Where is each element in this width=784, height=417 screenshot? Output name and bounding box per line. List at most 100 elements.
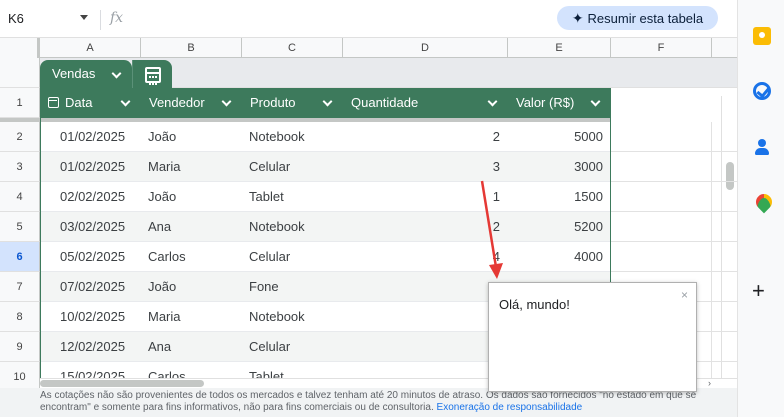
table-cell[interactable]: 4000 [508,242,611,272]
row-header-1[interactable]: 1 [0,88,40,118]
table-cell[interactable]: 2 [343,332,508,362]
table-cell[interactable]: 12/02/2025 [60,332,141,362]
table-row: 03/02/2025 Ana Notebook 2 5200 [40,212,611,242]
gridline [611,181,737,182]
row-header-8[interactable]: 8 [0,302,40,332]
row-header-4[interactable]: 4 [0,182,40,212]
table-cell[interactable]: Celular [249,242,343,272]
table-cell[interactable]: 05/02/2025 [60,242,141,272]
chevron-down-icon[interactable] [111,68,122,79]
chevron-down-icon[interactable] [487,96,498,107]
column-header-d[interactable]: D [343,38,508,58]
chevron-down-icon[interactable] [80,15,88,20]
header-quantidade[interactable]: Quantidade [343,88,508,118]
calculator-icon [145,67,161,85]
table-header-row: Data Vendedor Produto Quantidade Valor (… [40,88,611,118]
table-name-tab[interactable]: Vendas [40,60,132,90]
table-cell[interactable]: João [148,272,242,302]
table-row: 02/02/2025 João Tablet 1 1500 [40,182,611,212]
disclaimer-link[interactable]: Exoneração de responsabilidade [437,402,583,413]
header-produto[interactable]: Produto [242,88,343,118]
header-vendedor[interactable]: Vendedor [141,88,242,118]
row-header-6[interactable]: 6 [0,242,40,272]
table-cell[interactable]: Notebook [249,122,343,152]
row-header-7[interactable]: 7 [0,272,40,302]
table-cell[interactable]: Notebook [249,302,343,332]
table-cell[interactable]: João [148,182,242,212]
table-cell[interactable]: 07/02/2025 [60,272,141,302]
table-cell[interactable]: Ana [148,332,242,362]
column-header-c[interactable]: C [242,38,343,58]
table-cell[interactable]: Fone [249,272,343,302]
formula-bar: K6 fx ✦ Resumir esta tabela [0,0,737,38]
table-cell[interactable]: João [148,122,242,152]
row-header-9[interactable]: 9 [0,332,40,362]
table-cell[interactable]: 5200 [508,212,611,242]
table-cell[interactable]: Carlos [148,242,242,272]
gridline [711,122,712,388]
table-cell[interactable]: 03/02/2025 [60,212,141,242]
disclaimer-footer: As cotações não são provenientes de todo… [0,388,737,417]
chevron-down-icon[interactable] [590,96,601,107]
row-header-blank [0,58,40,88]
summarize-label: Resumir esta tabela [587,11,704,26]
divider [100,10,101,30]
table-name: Vendas [52,66,96,81]
table-cell[interactable]: 01/02/2025 [60,122,141,152]
keep-icon[interactable] [753,27,771,45]
gridline [611,211,737,212]
table-cell[interactable]: 5000 [508,122,611,152]
table-cell[interactable]: 02/02/2025 [60,182,141,212]
table-cell[interactable]: Tablet [249,182,343,212]
table-cell[interactable]: 01/02/2025 [60,152,141,182]
close-icon[interactable]: × [681,288,688,302]
note-text[interactable]: Olá, mundo! [499,297,570,312]
chevron-down-icon[interactable] [221,96,232,107]
header-label: Valor (R$) [516,95,575,110]
row-header-5[interactable]: 5 [0,212,40,242]
chevron-down-icon[interactable] [322,96,333,107]
table-cell[interactable]: Celular [249,332,343,362]
maps-icon[interactable] [753,194,771,212]
row-header-2[interactable]: 2 [0,122,40,152]
row-header-3[interactable]: 3 [0,152,40,182]
table-row: 01/02/2025 João Notebook 2 5000 [40,122,611,152]
table-cell[interactable]: 1500 [508,182,611,212]
side-panel: + [737,0,784,417]
table-cell[interactable]: 10/02/2025 [60,302,141,332]
table-cell[interactable]: 1 [343,302,508,332]
header-label: Data [65,95,93,110]
gridline [611,241,737,242]
table-cell[interactable]: Celular [249,152,343,182]
cell-note-popup[interactable]: × Olá, mundo! [488,282,697,392]
chevron-down-icon[interactable] [120,96,131,107]
table-cell[interactable]: Notebook [249,212,343,242]
select-all-corner[interactable] [0,38,40,58]
table-row: 01/02/2025 Maria Celular 3 3000 [40,152,611,182]
column-header-f[interactable]: F [611,38,712,58]
table-cell[interactable]: Maria [148,302,242,332]
table-cell[interactable]: Maria [148,152,242,182]
fx-icon: fx [110,10,124,26]
table-border-left [40,118,41,388]
column-header-a[interactable]: A [40,38,141,58]
header-label: Quantidade [351,95,419,110]
contacts-icon[interactable] [753,138,771,156]
calendar-icon [48,96,59,108]
table-cell[interactable]: Ana [148,212,242,242]
table-view-button[interactable] [132,60,172,90]
plus-icon[interactable]: + [752,280,765,302]
vertical-scroll-thumb[interactable] [726,162,734,190]
vertical-scrollbar[interactable] [721,96,737,388]
tasks-icon[interactable] [753,82,771,100]
table-cell[interactable]: 3000 [508,152,611,182]
table-cell[interactable]: 2 [343,122,508,152]
header-data[interactable]: Data [40,88,141,118]
column-header-e[interactable]: E [508,38,611,58]
header-valor[interactable]: Valor (R$) [508,88,611,118]
horizontal-scroll-thumb[interactable] [40,380,204,387]
row-header-10[interactable]: 10 [0,362,40,388]
header-label: Produto [250,95,296,110]
summarize-table-button[interactable]: ✦ Resumir esta tabela [557,6,718,30]
column-header-b[interactable]: B [141,38,242,58]
